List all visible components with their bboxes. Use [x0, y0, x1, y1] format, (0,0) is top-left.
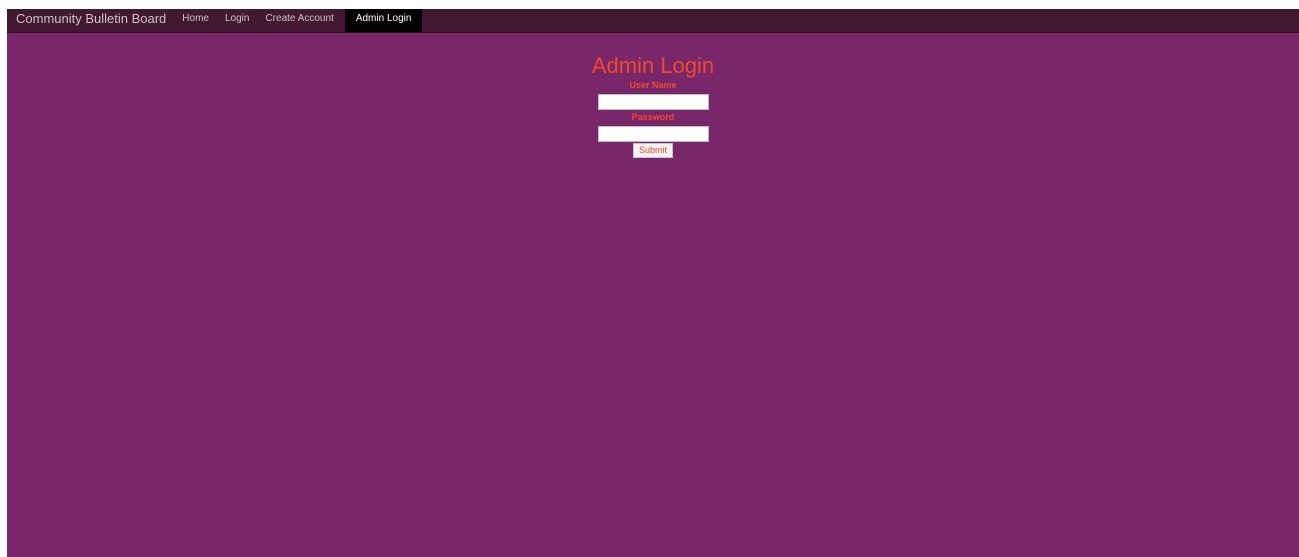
main-content: Admin Login User Name Password Submit — [7, 33, 1299, 158]
nav-create-account-link[interactable]: Create Account — [257, 9, 341, 32]
nav-admin-login-link[interactable]: Admin Login — [344, 9, 423, 32]
page-frame: Community Bulletin Board Home Login Crea… — [7, 9, 1299, 557]
password-input[interactable] — [597, 126, 709, 142]
username-label: User Name — [629, 80, 677, 90]
nav-home-link[interactable]: Home — [174, 9, 217, 32]
top-navbar: Community Bulletin Board Home Login Crea… — [7, 9, 1299, 33]
password-label: Password — [631, 112, 675, 122]
username-input[interactable] — [597, 94, 709, 110]
page-title: Admin Login — [591, 53, 715, 78]
submit-button[interactable]: Submit — [632, 143, 673, 158]
nav-login-link[interactable]: Login — [217, 9, 257, 32]
brand-link[interactable]: Community Bulletin Board — [7, 9, 174, 32]
